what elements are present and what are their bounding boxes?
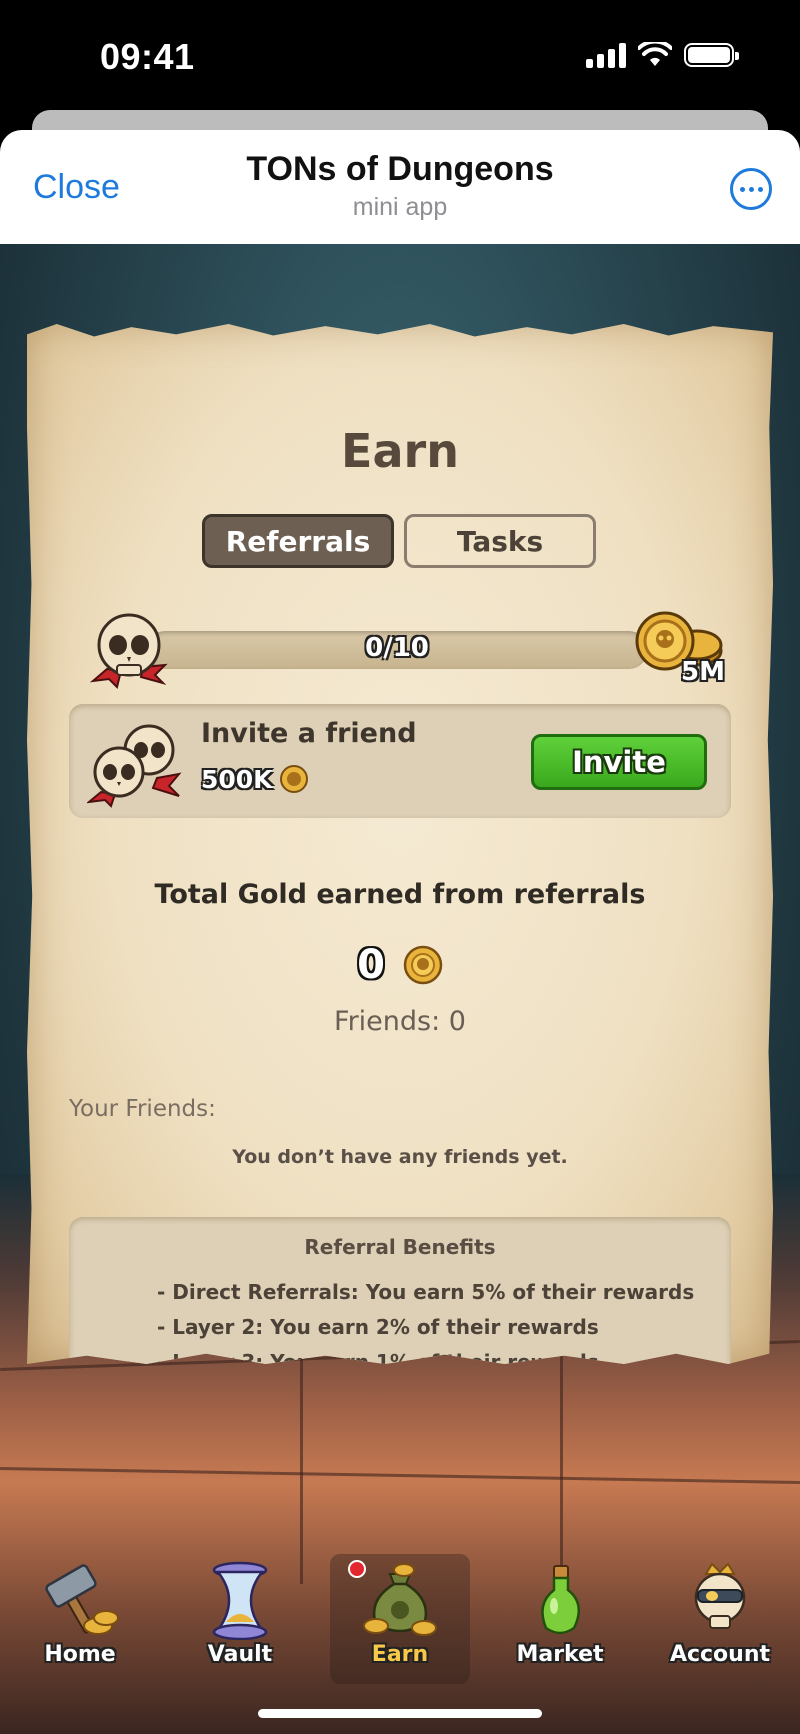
nav-vault[interactable]: Vault: [170, 1554, 310, 1684]
game-view: Earn Referrals Tasks 0/10 5M Invite a fr…: [0, 244, 800, 1734]
total-gold-value: 0: [357, 942, 385, 988]
empty-friends-message: You don’t have any friends yet.: [232, 1146, 568, 1168]
reward-coins: 5M: [631, 609, 727, 689]
nav-home[interactable]: Home: [10, 1554, 150, 1684]
nav-label: Earn: [371, 1642, 429, 1667]
miniapp-header: Close TONs of Dungeons mini app: [0, 130, 800, 244]
gold-coin-icon: [403, 945, 443, 985]
wifi-icon: [638, 42, 672, 66]
hammer-coins-icon: [45, 1564, 119, 1635]
total-gold-row: 0: [27, 942, 773, 988]
home-indicator[interactable]: [258, 1709, 542, 1718]
skull-avatar-icon: [694, 1562, 746, 1629]
battery-icon: [684, 43, 739, 67]
hourglass-icon: [212, 1561, 268, 1640]
nav-label: Account: [669, 1642, 771, 1667]
nav-account[interactable]: Account: [650, 1554, 790, 1684]
nav-market[interactable]: Market: [490, 1554, 630, 1684]
invite-button[interactable]: Invite: [531, 734, 707, 790]
reward-label: 5M: [681, 657, 725, 687]
page-title: Earn: [341, 424, 459, 478]
more-options-icon[interactable]: [730, 168, 772, 210]
nav-label: Market: [516, 1642, 604, 1667]
tab-tasks[interactable]: Tasks: [404, 514, 596, 568]
tab-bar: Referrals Tasks: [202, 514, 596, 568]
skulls-icon: [87, 724, 182, 808]
cellular-signal-icon: [586, 42, 626, 68]
nav-label: Home: [44, 1642, 116, 1667]
money-bag-icon: [363, 1563, 437, 1636]
app-subtitle: mini app: [352, 193, 448, 221]
status-icons: [586, 42, 739, 68]
bottom-nav: Home Vault Earn Market Account: [0, 1554, 800, 1704]
parchment-panel: Earn Referrals Tasks 0/10 5M Invite a fr…: [27, 324, 773, 1364]
nav-label: Vault: [207, 1642, 273, 1667]
progress-bar: 0/10: [147, 631, 647, 669]
progress-text: 0/10: [365, 633, 429, 663]
gold-coin-icon: [279, 765, 308, 793]
invite-reward: 500K: [201, 764, 309, 794]
status-time: 09:41: [100, 36, 195, 77]
status-bar: 09:41: [0, 0, 800, 115]
friends-count: Friends: 0: [334, 1006, 466, 1037]
invite-title: Invite a friend: [201, 718, 417, 749]
invite-card: Invite a friend 500K Invite: [69, 704, 731, 818]
total-gold-label: Total Gold earned from referrals: [154, 879, 646, 910]
nav-earn[interactable]: Earn: [330, 1554, 470, 1684]
skull-icon: [89, 613, 168, 689]
benefit-item: - Direct Referrals: You earn 5% of their…: [157, 1280, 695, 1304]
your-friends-label: Your Friends:: [69, 1096, 216, 1122]
title-block: TONs of Dungeons mini app: [0, 150, 800, 222]
tab-referrals[interactable]: Referrals: [202, 514, 394, 568]
benefits-title: Referral Benefits: [304, 1235, 496, 1259]
invite-reward-amount: 500K: [201, 764, 273, 794]
app-title: TONs of Dungeons: [246, 150, 554, 188]
referral-progress: 0/10 5M: [87, 609, 727, 689]
potion-icon: [541, 1565, 581, 1635]
benefit-item: - Layer 2: You earn 2% of their rewards: [157, 1315, 599, 1339]
